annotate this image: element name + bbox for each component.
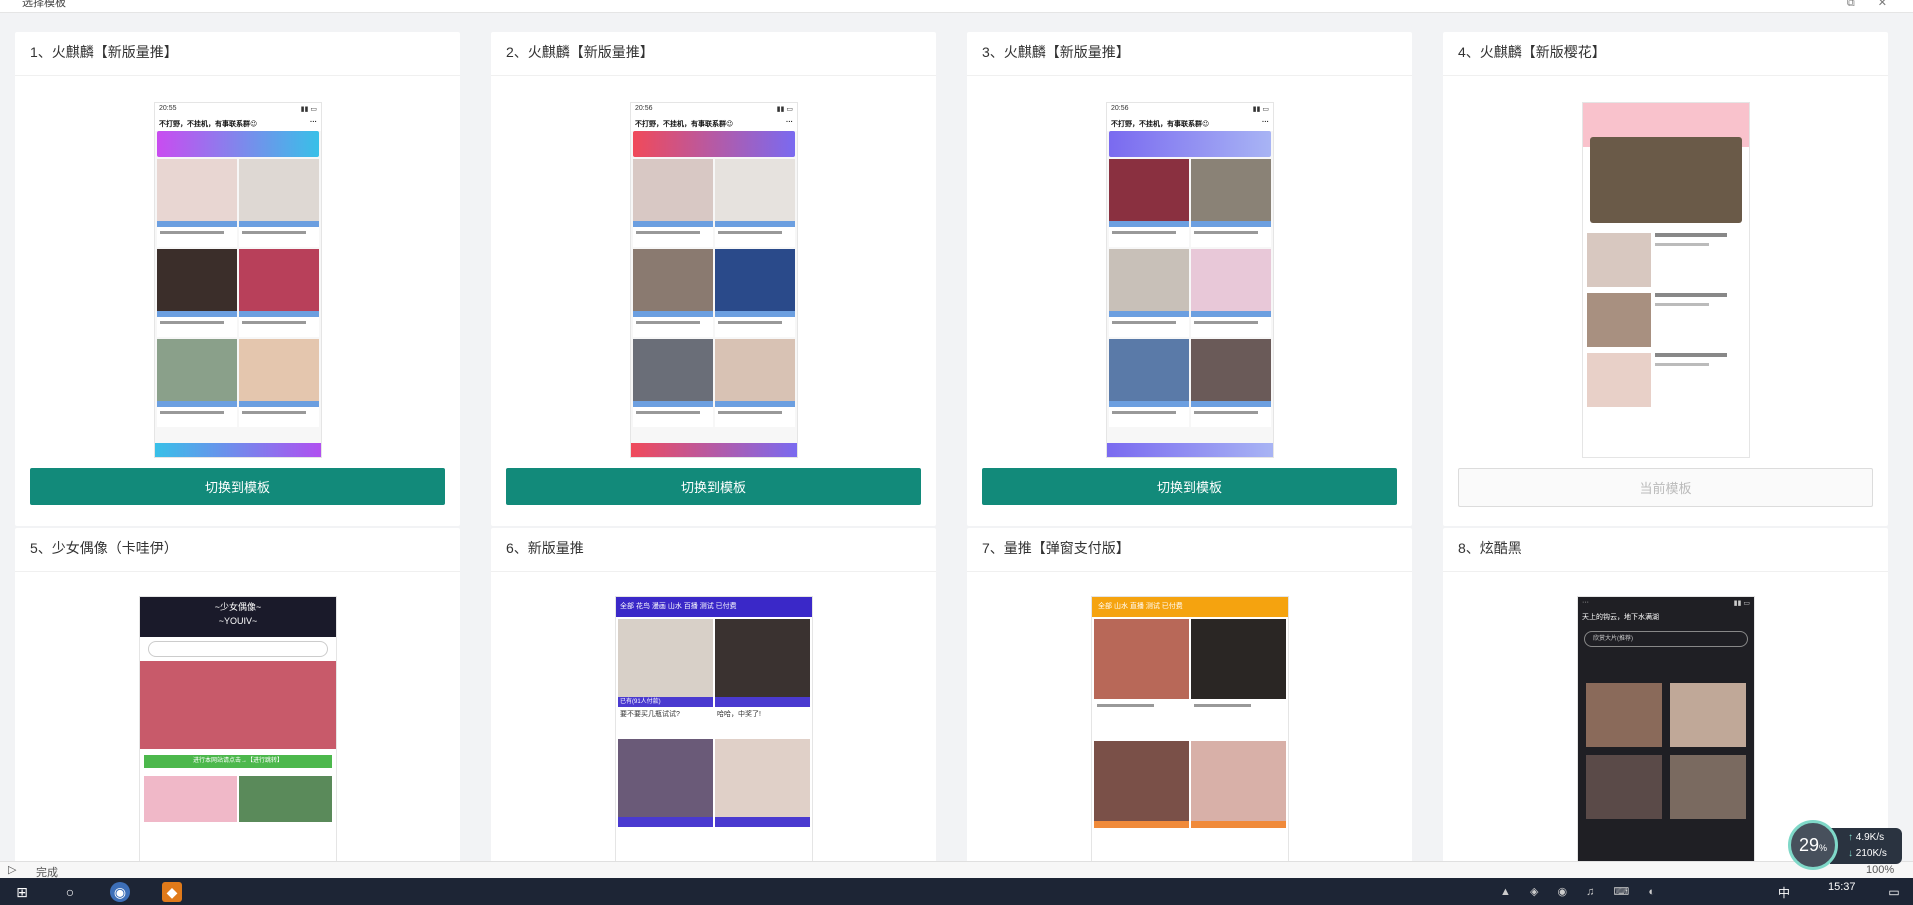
preview-item-title: 哈哈，中奖了! <box>717 711 761 718</box>
template-preview: ··· ▮▮ ▭ 天上的钩云，地下水满湖 欣赏大片(推荐) <box>1577 596 1755 861</box>
browser-app-icon[interactable]: ◉ <box>110 882 130 902</box>
windows-start-icon[interactable]: ⊞ <box>12 882 32 902</box>
template-preview: ~少女偶像~ ~YOUIV~ 进行本网站请点击→【进行跳转】 <box>139 596 337 861</box>
notification-icon[interactable]: ▭ <box>1884 882 1904 902</box>
clock[interactable]: 15:37 <box>1828 881 1856 893</box>
preview-header: 不打野，不挂机，有事联系群😉 <box>635 121 734 128</box>
template-preview <box>1582 102 1750 458</box>
template-card-1: 1、火麒麟【新版量推】 20:55 ▮▮ ▭ 不打野，不挂机，有事联系群😉 ··· … <box>15 32 460 526</box>
template-preview: 20:55 ▮▮ ▭ 不打野，不挂机，有事联系群😉 ··· <box>154 102 322 458</box>
network-monitor[interactable]: ↑ 4.9K/s ↓ 210K/s 29% <box>1788 820 1908 870</box>
template-preview: 20:56 ▮▮ ▭ 不打野，不挂机，有事联系群😉 ··· <box>1106 102 1274 458</box>
template-preview: 20:56 ▮▮ ▭ 不打野，不挂机，有事联系群😉 ··· <box>630 102 798 458</box>
template-title: 3、火麒麟【新版量推】 <box>982 44 1130 60</box>
ime-indicator[interactable]: 中 <box>1778 884 1790 901</box>
window-controls[interactable]: ⧉ ✕ <box>1847 0 1897 10</box>
template-title: 4、火麒麟【新版樱花】 <box>1458 44 1606 60</box>
template-card-8: 8、炫酷黑 ··· ▮▮ ▭ 天上的钩云，地下水满湖 欣赏大片(推荐) <box>1443 528 1888 861</box>
template-title: 5、少女偶像（卡哇伊） <box>30 540 178 556</box>
cpu-gauge: 29% <box>1788 820 1838 870</box>
preview-header: 天上的钩云，地下水满湖 <box>1582 614 1659 621</box>
window-titlebar: 选择模板 ⧉ ✕ <box>0 0 1913 13</box>
template-card-6: 6、新版量推 全部 花鸟 漫画 山水 百播 测试 已付费 已有(91人付款) 要不… <box>491 528 936 861</box>
preview-clock: 20:55 <box>159 105 177 112</box>
preview-search: 欣赏大片(推荐) <box>1584 631 1748 647</box>
template-title: 1、火麒麟【新版量推】 <box>30 44 178 60</box>
template-title: 6、新版量推 <box>506 540 584 556</box>
network-speed: ↑ 4.9K/s ↓ 210K/s <box>1830 828 1902 864</box>
switch-template-button[interactable]: 切换到模板 <box>982 468 1397 505</box>
search-icon[interactable]: ○ <box>60 882 80 902</box>
preview-tabs: 全部 花鸟 漫画 山水 百播 测试 已付费 <box>616 597 812 617</box>
template-preview: 全部 花鸟 漫画 山水 百播 测试 已付费 已有(91人付款) 要不要买几瓶试试?… <box>615 596 813 861</box>
template-card-5: 5、少女偶像（卡哇伊） ~少女偶像~ ~YOUIV~ 进行本网站请点击→【进行跳… <box>15 528 460 861</box>
template-title: 7、量推【弹窗支付版】 <box>982 540 1130 556</box>
download-speed: ↓ 210K/s <box>1848 848 1887 859</box>
window-title: 选择模板 <box>22 0 66 9</box>
preview-clock: 20:56 <box>1111 105 1129 112</box>
preview-enter-button: 进行本网站请点击→【进行跳转】 <box>144 755 332 768</box>
preview-tabs: 全部 山水 直播 测试 已付费 <box>1092 597 1288 617</box>
template-card-3: 3、火麒麟【新版量推】 20:56 ▮▮ ▭ 不打野，不挂机，有事联系群😉 ··· … <box>967 32 1412 526</box>
switch-template-button[interactable]: 切换到模板 <box>506 468 921 505</box>
preview-logo: ~少女偶像~ <box>214 602 262 612</box>
preview-caption: 已有(91人付款) <box>618 697 713 707</box>
template-card-2: 2、火麒麟【新版量推】 20:56 ▮▮ ▭ 不打野，不挂机，有事联系群😉 ··· … <box>491 32 936 526</box>
preview-clock: 20:56 <box>635 105 653 112</box>
template-preview: 全部 山水 直播 测试 已付费 <box>1091 596 1289 861</box>
upload-speed: ↑ 4.9K/s <box>1848 832 1885 843</box>
preview-logo-sub: ~YOUIV~ <box>218 616 258 626</box>
template-title: 2、火麒麟【新版量推】 <box>506 44 654 60</box>
template-card-7: 7、量推【弹窗支付版】 全部 山水 直播 测试 已付费 <box>967 528 1412 861</box>
tray-icons[interactable]: ▲ ◈ ◉ ♫ ⌨ ◐ <box>1500 885 1663 898</box>
template-title: 8、炫酷黑 <box>1458 540 1522 556</box>
taskbar: ⊞ ○ ◉ ◆ ▲ ◈ ◉ ♫ ⌨ ◐ 中 15:37 ▭ <box>0 878 1913 905</box>
preview-item-title: 要不要买几瓶试试? <box>620 711 680 718</box>
current-template-button: 当前模板 <box>1458 468 1873 507</box>
switch-template-button[interactable]: 切换到模板 <box>30 468 445 505</box>
sidebar-toggle-icon[interactable]: ▷ <box>8 863 16 876</box>
app-icon[interactable]: ◆ <box>162 882 182 902</box>
template-grid: 1、火麒麟【新版量推】 20:55 ▮▮ ▭ 不打野，不挂机，有事联系群😉 ··· … <box>0 13 1913 861</box>
status-bar: ▷ 完成 100% <box>0 861 1913 879</box>
template-card-4: 4、火麒麟【新版樱花】 当前模板 <box>1443 32 1888 526</box>
preview-header: 不打野，不挂机，有事联系群😉 <box>1111 121 1210 128</box>
preview-header: 不打野，不挂机，有事联系群😉 <box>159 121 258 128</box>
